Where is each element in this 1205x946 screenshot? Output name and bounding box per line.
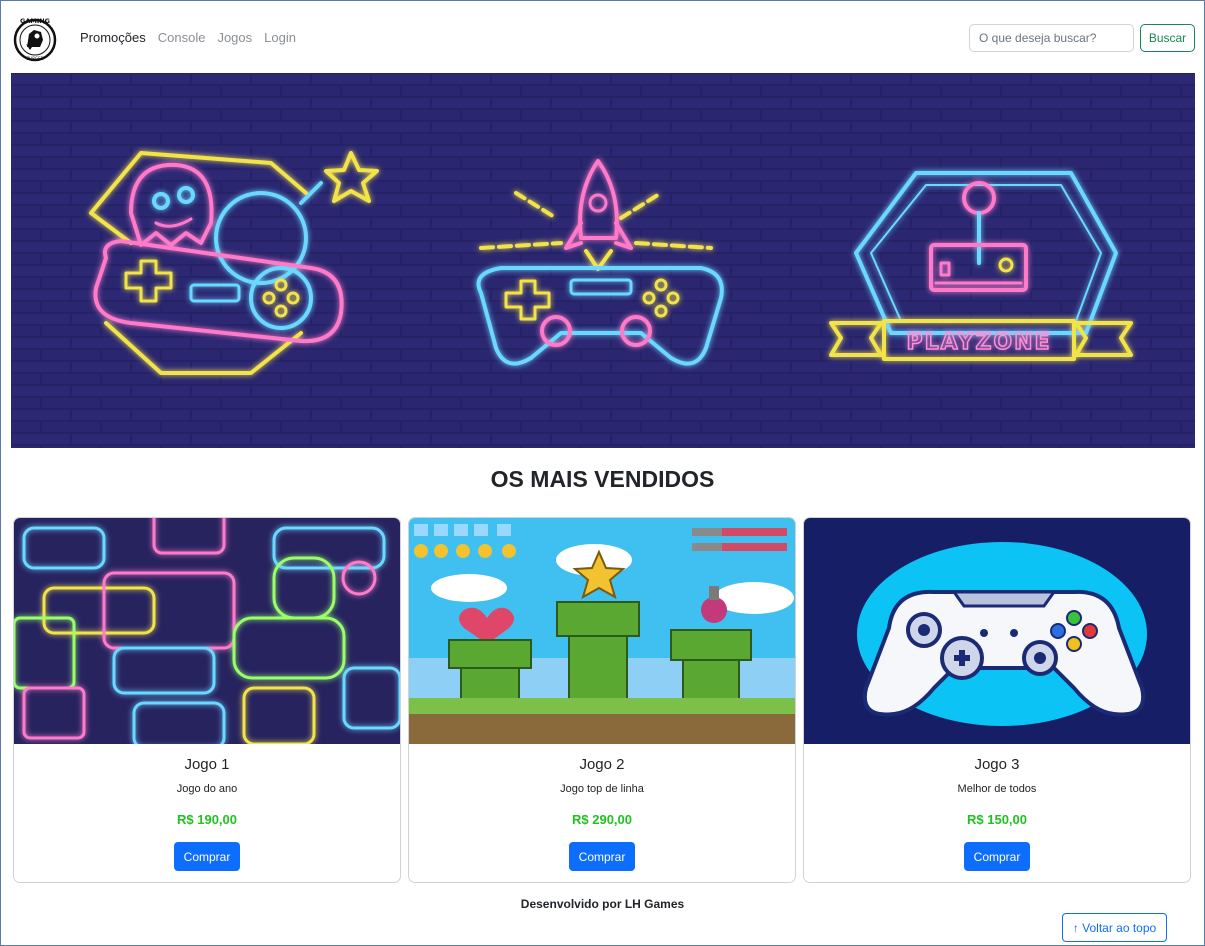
product-title: Jogo 1 (184, 756, 230, 773)
search-button[interactable]: Buscar (1140, 24, 1195, 52)
nav-link-jogos[interactable]: Jogos (217, 30, 252, 45)
product-price: R$ 190,00 (177, 812, 237, 827)
nav-links: Promoções Console Jogos Login (80, 30, 296, 45)
section-title: OS MAIS VENDIDOS (490, 466, 715, 492)
back-to-top-button[interactable]: ↑ Voltar ao topo (1062, 913, 1167, 942)
product-price: R$ 150,00 (967, 812, 1027, 827)
footer-credit: Desenvolvido por LH Games (520, 897, 685, 911)
logo-text: GAMING (20, 17, 50, 25)
buy-button[interactable]: Comprar (174, 842, 240, 871)
brand-logo[interactable]: GAMING BURGER (12, 14, 58, 62)
playzone-banner-text: PLAYZONE (906, 330, 1051, 355)
product-card-3: Jogo 3 Melhor de todos R$ 150,00 Comprar (803, 517, 1191, 883)
product-description: Jogo do ano (176, 783, 238, 795)
search-input[interactable] (969, 24, 1134, 52)
product-title: Jogo 2 (579, 756, 625, 773)
product-title: Jogo 3 (974, 756, 1020, 773)
product-description: Jogo top de linha (560, 783, 644, 795)
product-card-1: Jogo 1 Jogo do ano R$ 190,00 Comprar (13, 517, 401, 883)
product-price: R$ 290,00 (572, 812, 632, 827)
nav-link-promocoes[interactable]: Promoções (80, 30, 146, 45)
navbar: GAMING BURGER Promoções Console Jogos Lo… (0, 0, 1205, 74)
product-image-1 (14, 518, 400, 744)
product-image-2 (409, 518, 795, 744)
buy-button[interactable]: Comprar (964, 842, 1030, 871)
nav-link-console[interactable]: Console (158, 30, 206, 45)
product-card-2: Jogo 2 Jogo top de linha R$ 290,00 Compr… (408, 517, 796, 883)
hero-banner: PLAYZONE (11, 73, 1195, 448)
buy-button[interactable]: Comprar (569, 842, 635, 871)
logo-subtext: BURGER (27, 56, 44, 61)
product-description: Melhor de todos (957, 783, 1037, 795)
product-image-3 (804, 518, 1190, 744)
nav-link-login[interactable]: Login (264, 30, 296, 45)
